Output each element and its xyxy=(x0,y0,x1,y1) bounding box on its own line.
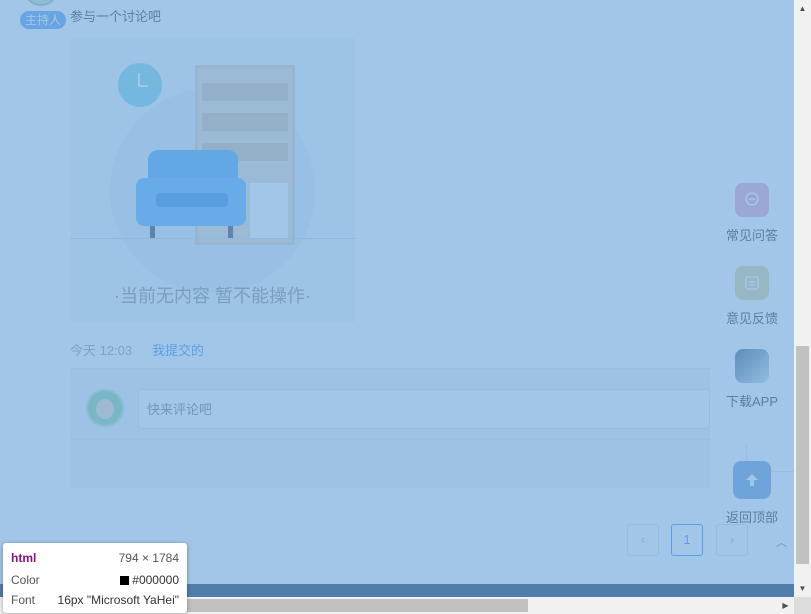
page-1-button[interactable]: 1 xyxy=(671,524,703,556)
element-inspector-tooltip: html 794 × 1784 Color #000000 Font 16px … xyxy=(3,543,187,613)
faq-button[interactable]: 常见问答 xyxy=(716,183,788,244)
inspector-color-text: #000000 xyxy=(132,573,179,587)
empty-state-illustration: ·当前无内容 暂不能操作· xyxy=(70,38,355,322)
scroll-right-icon[interactable]: ▶ xyxy=(777,597,794,614)
scroll-down-icon[interactable]: ▼ xyxy=(794,580,811,597)
download-app-label: 下载APP xyxy=(725,394,778,409)
inspector-size: 794 × 1784 xyxy=(118,551,179,565)
arrow-up-icon xyxy=(733,461,771,499)
back-to-top-button[interactable]: 返回顶部 xyxy=(716,461,788,526)
app-icon xyxy=(735,349,769,383)
post-time: 今天 12:03 xyxy=(70,343,133,358)
comment-input[interactable] xyxy=(138,389,710,429)
user-avatar xyxy=(86,389,124,427)
color-swatch-icon xyxy=(120,575,130,585)
prev-page-button[interactable]: ‹ xyxy=(627,524,659,556)
vertical-scrollbar-thumb[interactable] xyxy=(796,346,809,564)
topic-text: 参与一个讨论吧 xyxy=(70,9,162,24)
inspector-color-label: Color xyxy=(11,573,40,587)
feedback-button[interactable]: 意见反馈 xyxy=(716,266,788,327)
scroll-up-icon[interactable]: ▲ xyxy=(794,0,811,17)
back-to-top-label: 返回顶部 xyxy=(725,510,778,525)
comment-box xyxy=(70,368,710,488)
inspector-color-value: #000000 xyxy=(120,573,179,587)
horizontal-scrollbar-thumb[interactable] xyxy=(186,599,528,612)
host-badge: 主持人 xyxy=(20,11,67,29)
inspector-tag: html xyxy=(11,551,37,565)
next-page-button[interactable]: › xyxy=(716,524,748,556)
scrollbar-corner xyxy=(794,597,811,614)
toolbar-divider xyxy=(710,430,794,444)
my-submissions-link[interactable]: 我提交的 xyxy=(152,340,204,359)
chat-icon xyxy=(735,183,769,217)
feedback-icon xyxy=(735,266,769,300)
download-app-button[interactable]: 下载APP xyxy=(716,349,788,410)
empty-state-message: ·当前无内容 暂不能操作· xyxy=(114,286,311,306)
inspector-font-label: Font xyxy=(11,593,36,607)
inspector-font-value: 16px "Microsoft YaHei" xyxy=(57,593,179,607)
feedback-label: 意见反馈 xyxy=(725,311,778,326)
faq-label: 常见问答 xyxy=(725,228,778,243)
collapse-caret-icon[interactable]: ︿ xyxy=(776,534,787,550)
page: 主持人 参与一个讨论吧 ·当前无内容 暂不能操作· 今天 12:03 我提交的 … xyxy=(0,0,794,597)
vertical-scrollbar[interactable]: ▲ ▼ xyxy=(794,0,811,597)
